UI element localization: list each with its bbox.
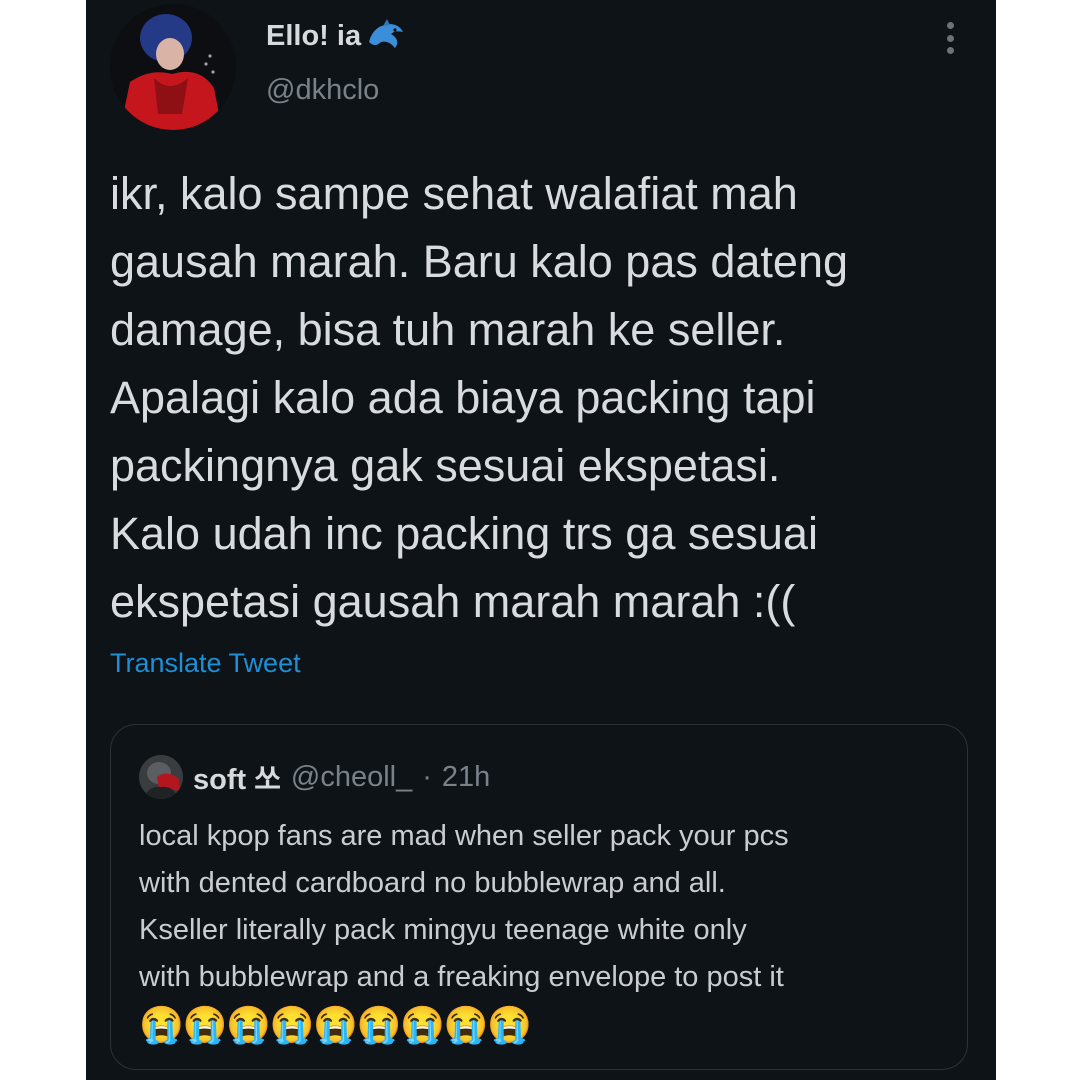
crying-emoji-icon: 😭 xyxy=(443,1004,489,1045)
crying-emoji-icon: 😭 xyxy=(487,1004,532,1045)
crying-emoji-icon: 😭 xyxy=(182,1004,228,1045)
crying-emoji-icon: 😭 xyxy=(356,1004,402,1045)
tweet-screen: Ello! ia @dkhclo ikr, kalo sampe sehat w… xyxy=(86,0,996,1080)
more-options-icon[interactable] xyxy=(938,18,962,58)
crying-emoji-icon: 😭 xyxy=(269,1004,315,1045)
tweet-line: ikr, kalo sampe sehat walafiat mah xyxy=(110,168,798,219)
quoted-line: Kseller literally pack mingyu teenage wh… xyxy=(139,914,747,946)
crying-emoji-icon: 😭 xyxy=(400,1004,445,1045)
crying-emoji-icon: 😭 xyxy=(313,1004,358,1045)
author-handle[interactable]: @dkhclo xyxy=(266,74,379,107)
tweet-line: ekspetasi gausah marah marah :(( xyxy=(110,576,796,627)
tweet-line: gausah marah. Baru kalo pas dateng xyxy=(110,236,848,287)
tweet-line: damage, bisa tuh marah ke seller. xyxy=(110,304,786,355)
quoted-line: with dented cardboard no bubblewrap and … xyxy=(139,867,726,899)
quoted-tweet-text: local kpop fans are mad when seller pack… xyxy=(139,813,949,1001)
translate-tweet-link[interactable]: Translate Tweet xyxy=(110,648,301,679)
quoted-line: local kpop fans are mad when seller pack… xyxy=(139,820,789,852)
tweet-line: Apalagi kalo ada biaya packing tapi xyxy=(110,372,816,423)
dolphin-icon xyxy=(369,19,404,48)
quoted-author-name[interactable]: soft 쏘 xyxy=(193,756,281,798)
quoted-author-avatar[interactable] xyxy=(139,755,183,799)
tweet-text: ikr, kalo sampe sehat walafiat mah gausa… xyxy=(110,160,970,636)
quoted-timestamp[interactable]: 21h xyxy=(442,761,490,794)
quoted-tweet-card[interactable]: soft 쏘 @cheoll_ · 21h local kpop fans ar… xyxy=(110,724,968,1070)
quoted-line: with bubblewrap and a freaking envelope … xyxy=(139,961,784,993)
quoted-author-handle[interactable]: @cheoll_ xyxy=(291,761,412,794)
author-avatar[interactable] xyxy=(110,4,236,130)
quoted-tweet-header: soft 쏘 @cheoll_ · 21h xyxy=(139,755,490,799)
crying-emoji-row: 😭 😭 😭 😭 😭 😭 😭 😭 😭 xyxy=(139,1001,532,1049)
tweet-line: Kalo udah inc packing trs ga sesuai xyxy=(110,508,818,559)
crying-emoji-icon: 😭 xyxy=(139,1004,184,1045)
crying-emoji-icon: 😭 xyxy=(226,1004,271,1045)
separator-dot: · xyxy=(422,760,432,793)
author-display-name[interactable]: Ello! ia xyxy=(266,18,405,54)
author-name-text: Ello! ia xyxy=(266,19,362,52)
tweet-line: packingnya gak sesuai ekspetasi. xyxy=(110,440,781,491)
